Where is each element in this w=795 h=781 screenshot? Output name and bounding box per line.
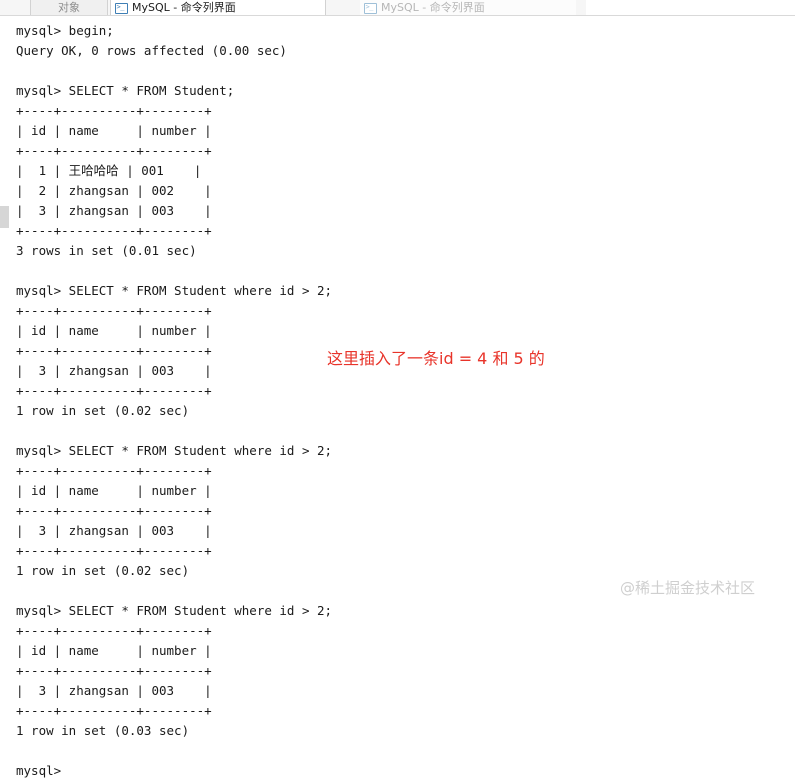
tab-mysql-console-inactive[interactable]: MySQL - 命令列界面 — [360, 0, 576, 15]
tab-object-label: 对象 — [58, 1, 80, 14]
watermark: @稀土掘金技术社区 — [620, 579, 756, 597]
vertical-scrollbar-thumb[interactable] — [0, 206, 9, 228]
mysql-console-icon — [115, 3, 128, 14]
tab-bar: 对象 MySQL - 命令列界面 MySQL - 命令列界面 — [0, 0, 795, 18]
mysql-console-output-area[interactable]: mysql> begin; Query OK, 0 rows affected … — [0, 18, 795, 778]
tab-mysql-console-active[interactable]: MySQL - 命令列界面 — [110, 0, 326, 15]
tab-mysql-inactive-label: MySQL - 命令列界面 — [381, 1, 485, 14]
red-annotation-text: 这里插入了一条id = 4 和 5 的 — [327, 349, 545, 368]
tab-mysql-active-label: MySQL - 命令列界面 — [132, 1, 236, 14]
mysql-console-icon — [364, 3, 377, 14]
tab-object[interactable]: 对象 — [30, 0, 108, 15]
console-text: mysql> begin; Query OK, 0 rows affected … — [16, 23, 333, 778]
